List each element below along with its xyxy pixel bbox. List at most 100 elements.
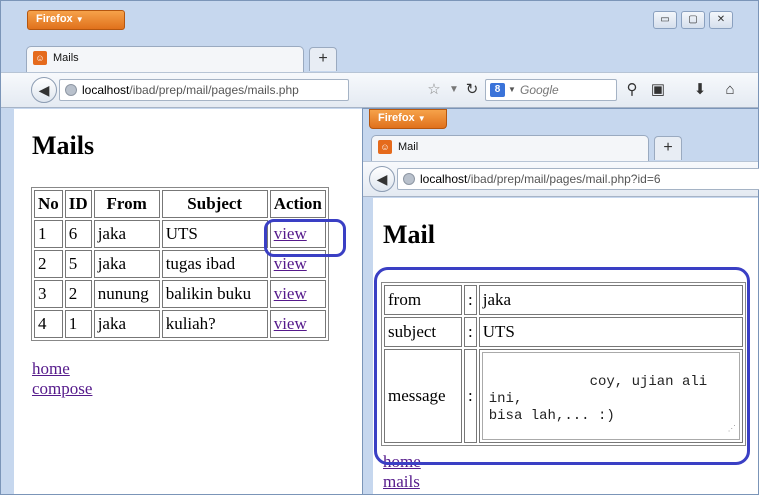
chevron-down-icon: ▼ <box>75 15 84 24</box>
cell-no: 1 <box>34 220 63 248</box>
separator: : <box>464 285 477 315</box>
tab-mails[interactable]: ☺ Mails <box>26 46 304 72</box>
table-row: 4 1 jaka kuliah? view <box>34 310 326 338</box>
mails-table: No ID From Subject Action 1 6 jaka UTS v… <box>31 187 329 341</box>
mails-link[interactable]: mails <box>383 472 421 492</box>
resize-grip-icon[interactable]: ⋰ <box>728 421 736 438</box>
column-header-action: Action <box>269 190 326 218</box>
search-engine-icon: 8 <box>490 83 505 97</box>
cell-no: 2 <box>34 250 63 278</box>
view-link[interactable]: view <box>274 224 307 243</box>
arrow-left-icon: ◀ <box>376 171 388 187</box>
cell-id: 2 <box>64 280 92 308</box>
firefox-menu-button[interactable]: Firefox ▼ <box>27 10 125 30</box>
table-row: 2 5 jaka tugas ibad view <box>34 250 326 278</box>
from-label: from <box>384 285 462 315</box>
cell-action: view <box>269 280 326 308</box>
maximize-button[interactable]: ▢ <box>681 11 705 29</box>
url-path: /ibad/prep/mail/pages/mails.php <box>129 83 299 97</box>
cell-subject: tugas ibad <box>161 250 268 278</box>
home-link[interactable]: home <box>383 452 421 472</box>
new-tab-button[interactable]: + <box>654 136 682 160</box>
mail-detail-table: from : jaka subject : UTS message : coy,… <box>381 282 746 446</box>
close-button[interactable]: ✕ <box>709 11 733 29</box>
minimize-button[interactable]: ▭ <box>653 11 677 29</box>
message-textarea[interactable]: coy, ujian ali ini, bisa lah,... :) ⋰ <box>481 352 740 440</box>
cell-action: view <box>269 310 326 338</box>
cell-subject: kuliah? <box>161 310 268 338</box>
cell-from: nunung <box>93 280 160 308</box>
tab-label: Mails <box>53 52 79 64</box>
url-bar[interactable]: localhost/ibad/prep/mail/pages/mails.php <box>59 79 349 101</box>
firefox-menu-label: Firefox <box>378 112 415 124</box>
firefox-page-icon: ☺ <box>378 140 392 154</box>
cell-action: view <box>269 220 326 248</box>
view-link[interactable]: view <box>274 254 307 273</box>
cell-no: 3 <box>34 280 63 308</box>
page-links: home compose <box>32 359 92 399</box>
cell-id: 5 <box>64 250 92 278</box>
arrow-left-icon: ◀ <box>38 82 50 98</box>
page-title: Mails <box>32 131 95 160</box>
message-row: message : coy, ujian ali ini, bisa lah,.… <box>384 349 743 443</box>
table-row: 1 6 jaka UTS view <box>34 220 326 248</box>
cell-subject: balikin buku <box>161 280 268 308</box>
url-path: /ibad/prep/mail/pages/mail.php?id=6 <box>467 172 661 186</box>
bookmarks-menu-icon[interactable]: ▣ <box>647 79 669 101</box>
cell-no: 4 <box>34 310 63 338</box>
cell-subject: UTS <box>161 220 268 248</box>
separator: : <box>464 317 477 347</box>
view-link[interactable]: view <box>274 314 307 333</box>
page-links: home mails <box>383 452 421 492</box>
cell-id: 1 <box>64 310 92 338</box>
separator: : <box>464 349 477 443</box>
home-icon[interactable]: ⌂ <box>719 79 741 101</box>
url-host: localhost <box>82 83 130 97</box>
page-content-mail: Mail from : jaka subject : UTS message :… <box>373 198 758 494</box>
cell-from: jaka <box>93 250 160 278</box>
firefox-menu-button[interactable]: Firefox ▼ <box>369 109 447 129</box>
chevron-down-icon: ▼ <box>508 85 516 94</box>
reload-icon[interactable]: ↻ <box>461 79 483 101</box>
globe-icon <box>65 84 77 96</box>
navigation-toolbar: ◀ localhost/ibad/prep/mail/pages/mails.p… <box>1 72 758 108</box>
firefox-menu-label: Firefox <box>36 13 73 25</box>
tab-label: Mail <box>398 141 419 153</box>
column-header-from: From <box>93 190 160 218</box>
message-cell: coy, ujian ali ini, bisa lah,... :) ⋰ <box>478 349 743 443</box>
column-header-id: ID <box>64 190 92 218</box>
view-link[interactable]: view <box>274 284 307 303</box>
search-icon[interactable]: ⚲ <box>621 79 643 101</box>
subject-label: subject <box>384 317 462 347</box>
column-header-subject: Subject <box>161 190 268 218</box>
column-header-no: No <box>34 190 63 218</box>
home-link[interactable]: home <box>32 359 92 379</box>
page-title: Mail <box>383 220 435 249</box>
url-host: localhost <box>420 172 468 186</box>
navigation-toolbar: ◀ localhost/ibad/prep/mail/pages/mail.ph… <box>363 161 759 197</box>
firefox-page-icon: ☺ <box>33 51 47 65</box>
search-placeholder: Google <box>520 83 559 97</box>
download-icon[interactable]: ⬇ <box>689 79 711 101</box>
new-tab-button[interactable]: + <box>309 47 337 71</box>
cell-action: view <box>269 250 326 278</box>
table-row: 3 2 nunung balikin buku view <box>34 280 326 308</box>
cell-id: 6 <box>64 220 92 248</box>
message-label: message <box>384 349 462 443</box>
chevron-down-icon: ▼ <box>417 114 426 123</box>
from-value: jaka <box>478 285 743 315</box>
cell-from: jaka <box>93 310 160 338</box>
globe-icon <box>403 173 415 185</box>
url-bar[interactable]: localhost/ibad/prep/mail/pages/mail.php?… <box>397 168 759 190</box>
compose-link[interactable]: compose <box>32 379 92 399</box>
search-input[interactable]: 8 ▼ Google <box>485 79 617 101</box>
back-button[interactable]: ◀ <box>31 77 57 103</box>
cell-from: jaka <box>93 220 160 248</box>
table-header-row: No ID From Subject Action <box>34 190 326 218</box>
back-button[interactable]: ◀ <box>369 166 395 192</box>
subject-value: UTS <box>478 317 743 347</box>
message-text: coy, ujian ali ini, bisa lah,... :) <box>488 374 708 424</box>
browser-window-mail: Firefox ▼ ☺ Mail + ◀ localhost/ibad/prep/… <box>362 108 759 495</box>
tab-mail[interactable]: ☺ Mail <box>371 135 649 161</box>
bookmark-star-icon[interactable]: ☆ <box>423 79 445 101</box>
